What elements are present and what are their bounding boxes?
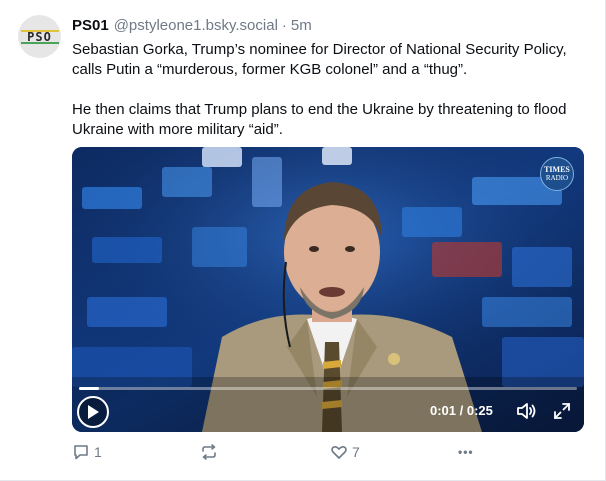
avatar-logo: PSO	[20, 29, 59, 44]
like-button[interactable]: 7	[330, 442, 360, 462]
volume-button[interactable]	[515, 400, 537, 422]
times-radio-logo-line2: RADIO	[545, 174, 569, 182]
play-icon	[88, 405, 99, 419]
video-time-display: 0:01 / 0:25	[430, 403, 493, 418]
like-count: 7	[352, 444, 360, 460]
reply-button[interactable]: 1	[72, 442, 102, 462]
times-radio-logo: TIMES RADIO	[540, 157, 574, 191]
more-options-button[interactable]: •••	[458, 442, 474, 462]
expand-icon	[554, 403, 570, 419]
post-header: PS01 @pstyleone1.bsky.social · 5m	[72, 17, 312, 37]
video-player[interactable]: TIMES RADIO 0:01 / 0:25	[72, 147, 584, 432]
handle[interactable]: @pstyleone1.bsky.social	[114, 17, 278, 34]
play-button[interactable]	[77, 396, 109, 428]
video-progress-fill	[79, 387, 99, 390]
ellipsis-icon: •••	[458, 445, 474, 459]
avatar[interactable]: PSO	[18, 15, 61, 58]
repost-button[interactable]	[200, 442, 222, 462]
fullscreen-button[interactable]	[552, 401, 572, 421]
heart-icon	[331, 445, 347, 459]
reply-count: 1	[94, 444, 102, 460]
times-radio-logo-line1: TIMES	[544, 165, 570, 174]
post-paragraph-1: Sebastian Gorka, Trump’s nominee for Dir…	[72, 41, 567, 78]
video-progress-bar[interactable]	[79, 387, 577, 390]
speech-bubble-icon	[74, 445, 88, 460]
repost-arrows-icon	[202, 444, 216, 460]
post-paragraph-2: He then claims that Trump plans to end t…	[72, 101, 567, 138]
post-actions: 1 7 •••	[72, 442, 492, 462]
speaker-icon	[517, 403, 536, 419]
timestamp[interactable]: 5m	[291, 17, 312, 34]
separator-dot: ·	[281, 17, 287, 34]
post-text: Sebastian Gorka, Trump’s nominee for Dir…	[72, 40, 572, 140]
display-name[interactable]: PS01	[72, 17, 109, 34]
post-card[interactable]: PSO PS01 @pstyleone1.bsky.social · 5m Se…	[0, 0, 606, 481]
